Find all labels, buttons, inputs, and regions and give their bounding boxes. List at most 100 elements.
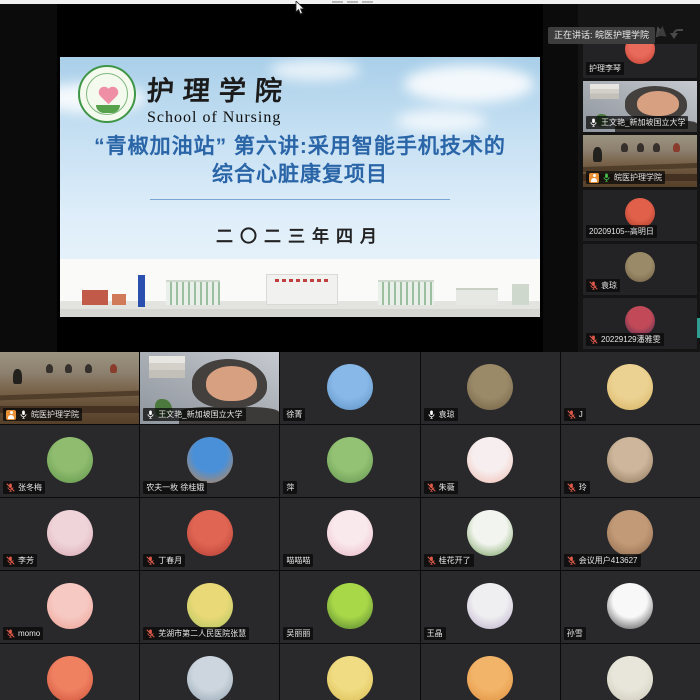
mic-icon <box>589 335 598 344</box>
participant-label: 芜湖市第二人民医院张慧 <box>143 627 249 640</box>
building-art <box>456 288 498 305</box>
building-art <box>112 294 126 305</box>
participant-label: 喵喵喵 <box>283 554 313 567</box>
participant-tile[interactable] <box>280 644 419 700</box>
slide-title-line2: 综合心脏康复项目 <box>60 161 540 189</box>
avatar <box>607 510 653 556</box>
participant-label: 孙雪 <box>564 627 586 640</box>
participant-label: 袁琼 <box>424 408 458 421</box>
campus-photo <box>60 259 540 317</box>
mic-icon <box>427 483 436 492</box>
participant-tile[interactable]: 张冬梅 <box>0 425 139 497</box>
mic-icon <box>602 173 611 182</box>
avatar <box>607 656 653 700</box>
sidebar-tile-active-speaker[interactable]: 皖医护理学院 <box>583 135 697 187</box>
avatar <box>47 510 93 556</box>
participant-tile[interactable]: 朱薇 <box>421 425 560 497</box>
participant-label: 20209105--高明日 <box>586 225 657 238</box>
sidebar-tile[interactable]: 20209105--高明日 <box>583 190 697 241</box>
toolbar-hint <box>347 1 358 3</box>
mic-icon <box>567 556 576 565</box>
participant-label: 20229129潘雅雯 <box>586 333 664 346</box>
building-art <box>138 275 145 307</box>
participant-label: 朱薇 <box>424 481 458 494</box>
participant-label: 皖医护理学院 <box>3 408 82 421</box>
participant-tile[interactable] <box>421 644 560 700</box>
participant-tile[interactable]: 李芳 <box>0 498 139 570</box>
avatar <box>187 583 233 629</box>
participant-tile[interactable]: 孙雪 <box>561 571 700 643</box>
building-art <box>378 280 434 305</box>
participant-label: J <box>564 408 586 421</box>
participant-tile[interactable]: 喵喵喵 <box>280 498 419 570</box>
meeting-window: 护理学院 School of Nursing “青椒加油站” 第六讲:采用智能手… <box>0 0 700 700</box>
sidebar-tile[interactable]: 护理李琴 <box>583 44 697 78</box>
participant-tile[interactable]: 农夫一枚 徐桂娥 <box>140 425 279 497</box>
sidebar-tile[interactable]: 王文艳_新加坡国立大学 <box>583 81 697 132</box>
participant-tile[interactable] <box>140 644 279 700</box>
participant-tile[interactable]: 袁琼 <box>421 352 560 424</box>
participant-label: 袁琼 <box>586 279 620 292</box>
participant-tile[interactable]: 会议用户413627 <box>561 498 700 570</box>
avatar <box>47 583 93 629</box>
avatar <box>47 656 93 700</box>
member-badge-icon <box>589 173 599 183</box>
avatar <box>187 437 233 483</box>
participant-tile[interactable]: 芜湖市第二人民医院张慧 <box>140 571 279 643</box>
participant-tile[interactable]: 王文艳_新加坡国立大学 <box>140 352 279 424</box>
participant-label: 皖医护理学院 <box>586 171 665 184</box>
avatar <box>327 437 373 483</box>
sidebar-tile[interactable]: 袁琼 <box>583 244 697 295</box>
participant-label: 王文艳_新加坡国立大学 <box>143 408 245 421</box>
avatar <box>467 510 513 556</box>
building-art <box>512 284 529 305</box>
avatar <box>607 583 653 629</box>
participants-sidebar[interactable]: 护理李琴 王文艳_新加坡国立大学 皖医护理学院 <box>578 4 700 352</box>
participant-tile[interactable]: 丁春月 <box>140 498 279 570</box>
reaction-icon[interactable] <box>654 26 667 36</box>
participant-tile[interactable]: 玲 <box>561 425 700 497</box>
avatar <box>625 44 655 64</box>
mic-icon <box>146 629 155 638</box>
participant-tile[interactable]: J <box>561 352 700 424</box>
participant-tile[interactable]: 徐菁 <box>280 352 419 424</box>
avatar <box>467 437 513 483</box>
avatar <box>327 364 373 410</box>
reply-arrow-icon[interactable] <box>673 29 683 37</box>
participant-label: 农夫一枚 徐桂娥 <box>143 481 207 494</box>
slide-title-line1: “青椒加油站” 第六讲:采用智能手机技术的 <box>60 133 540 161</box>
sidebar-tile[interactable]: 20229129潘雅雯 <box>583 298 697 349</box>
participant-tile[interactable] <box>0 644 139 700</box>
avatar <box>625 252 655 282</box>
participant-tile[interactable]: 皖医护理学院 <box>0 352 139 424</box>
presentation-slide: 护理学院 School of Nursing “青椒加油站” 第六讲:采用智能手… <box>60 57 540 317</box>
building-art <box>266 274 338 305</box>
participant-tile[interactable]: momo <box>0 571 139 643</box>
participant-label: 会议用户413627 <box>564 554 641 567</box>
avatar <box>327 510 373 556</box>
participant-tile[interactable]: 桂花开了 <box>421 498 560 570</box>
mic-icon <box>146 410 155 419</box>
cloud-art <box>404 65 534 103</box>
mic-icon <box>427 410 436 419</box>
slide-title: “青椒加油站” 第六讲:采用智能手机技术的 综合心脏康复项目 <box>60 133 540 189</box>
participant-tile[interactable]: 王晶 <box>421 571 560 643</box>
member-badge-icon <box>6 410 16 420</box>
participant-label: 桂花开了 <box>424 554 474 567</box>
participant-tile[interactable] <box>561 644 700 700</box>
mic-icon <box>589 118 598 127</box>
toolbar-hint <box>362 1 373 3</box>
cloud-art <box>396 109 486 133</box>
participant-label: 王文艳_新加坡国立大学 <box>586 116 688 129</box>
participant-tile[interactable]: 萍 <box>280 425 419 497</box>
participant-label: 丁春月 <box>143 554 185 567</box>
collapsed-toolbar[interactable] <box>0 0 700 4</box>
avatar <box>187 510 233 556</box>
school-name-en: School of Nursing <box>147 109 291 127</box>
participant-tile[interactable]: 吴丽丽 <box>280 571 419 643</box>
building-art <box>82 290 108 305</box>
school-name-cn: 护理学院 <box>146 69 293 108</box>
avatar <box>327 656 373 700</box>
slide-date: 二〇二三年四月 <box>60 222 540 247</box>
participant-label: 王晶 <box>424 627 446 640</box>
